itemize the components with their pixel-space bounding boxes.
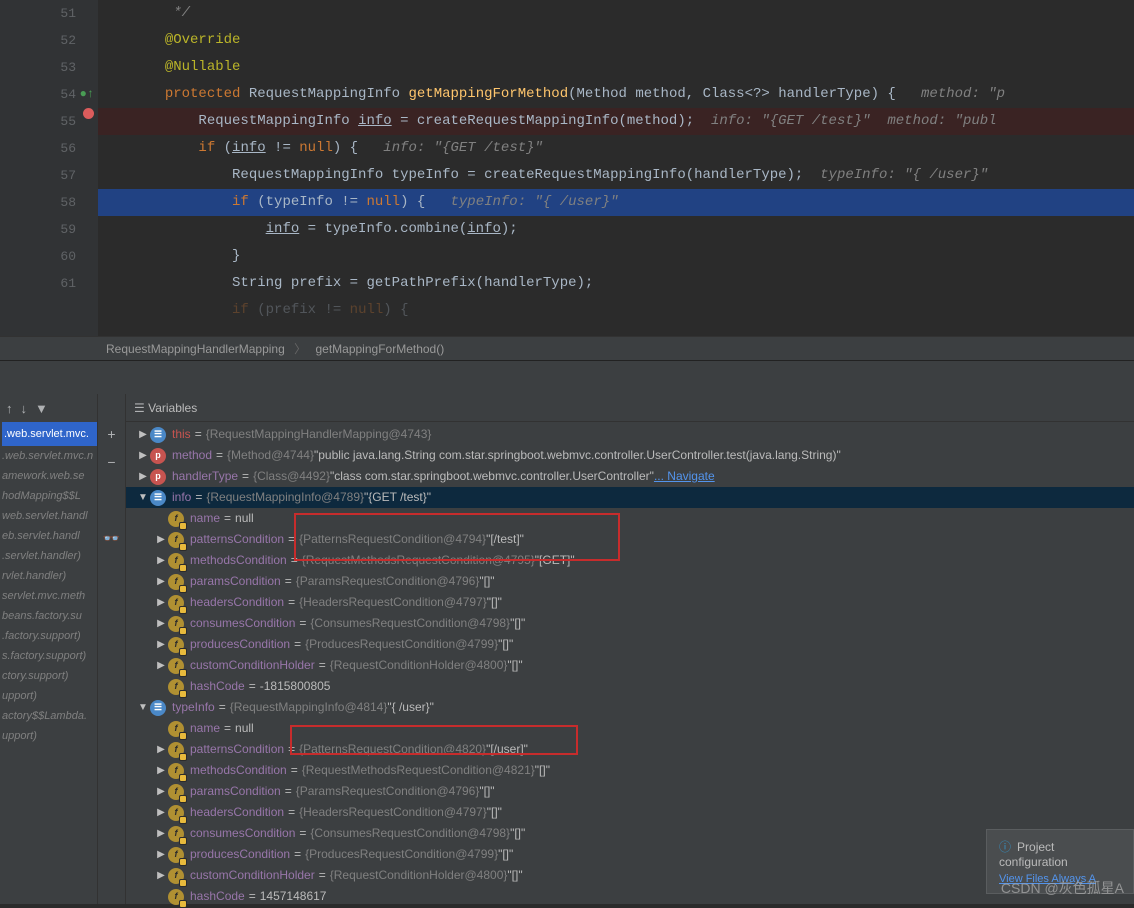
var-row[interactable]: paramsCondition = {ParamsRequestConditio… bbox=[126, 571, 1134, 592]
arrow-down-icon[interactable]: ↓ bbox=[21, 401, 28, 416]
plus-icon[interactable]: + bbox=[98, 426, 125, 442]
variables-column: + − 👓 Variables ☰this = {RequestMappingH… bbox=[98, 394, 1134, 904]
breadcrumb[interactable]: RequestMappingHandlerMapping 〉 getMappin… bbox=[0, 336, 1134, 360]
var-row[interactable]: producesCondition = {ProducesRequestCond… bbox=[126, 634, 1134, 655]
var-row[interactable]: hashCode = -1815800805 bbox=[126, 676, 1134, 697]
var-row[interactable]: methodsCondition = {RequestMethodsReques… bbox=[126, 760, 1134, 781]
minus-icon[interactable]: − bbox=[98, 454, 125, 470]
info-icon: ⓘ bbox=[999, 840, 1011, 854]
variables-header: Variables bbox=[126, 394, 1134, 422]
filter-icon[interactable]: ▼ bbox=[35, 401, 48, 416]
var-row[interactable]: ☰this = {RequestMappingHandlerMapping@47… bbox=[126, 424, 1134, 445]
chevron-right-icon: 〉 bbox=[294, 342, 306, 356]
var-row[interactable]: phandlerType = {Class@4492} "class com.s… bbox=[126, 466, 1134, 487]
var-row[interactable]: customConditionHolder = {RequestConditio… bbox=[126, 865, 1134, 886]
debug-panel: ↑ ↓ ▼ .web.servlet.mvc..web.servlet.mvc.… bbox=[0, 394, 1134, 904]
variables-tree[interactable]: ☰this = {RequestMappingHandlerMapping@47… bbox=[126, 422, 1134, 907]
frames-list[interactable]: .web.servlet.mvc..web.servlet.mvc.namewo… bbox=[0, 422, 97, 746]
var-row[interactable]: name = null bbox=[126, 718, 1134, 739]
var-row[interactable]: headersCondition = {HeadersRequestCondit… bbox=[126, 802, 1134, 823]
var-row[interactable]: patternsCondition = {PatternsRequestCond… bbox=[126, 529, 1134, 550]
code-content[interactable]: */ @Override @Nullable protected Request… bbox=[98, 0, 1134, 336]
breadcrumb-class[interactable]: RequestMappingHandlerMapping bbox=[106, 342, 285, 356]
arrow-up-icon[interactable]: ↑ bbox=[6, 401, 13, 416]
line-gutter: 51525354 ●↑55 565758596061 bbox=[0, 0, 98, 336]
var-row[interactable]: pmethod = {Method@4744} "public java.lan… bbox=[126, 445, 1134, 466]
var-row[interactable]: customConditionHolder = {RequestConditio… bbox=[126, 655, 1134, 676]
watermark: CSDN @灰色孤星A bbox=[1001, 878, 1124, 898]
var-row[interactable]: headersCondition = {HeadersRequestCondit… bbox=[126, 592, 1134, 613]
var-row[interactable]: patternsCondition = {PatternsRequestCond… bbox=[126, 739, 1134, 760]
breadcrumb-method[interactable]: getMappingForMethod() bbox=[315, 342, 444, 356]
glasses-icon[interactable]: 👓 bbox=[98, 530, 125, 547]
frames-column: ↑ ↓ ▼ .web.servlet.mvc..web.servlet.mvc.… bbox=[0, 394, 98, 904]
var-row[interactable]: consumesCondition = {ConsumesRequestCond… bbox=[126, 613, 1134, 634]
var-row[interactable]: ☰typeInfo = {RequestMappingInfo@4814} "{… bbox=[126, 697, 1134, 718]
var-row[interactable]: methodsCondition = {RequestMethodsReques… bbox=[126, 550, 1134, 571]
panel-gap bbox=[0, 360, 1134, 394]
var-row[interactable]: name = null bbox=[126, 508, 1134, 529]
code-editor[interactable]: 51525354 ●↑55 565758596061 */ @Override … bbox=[0, 0, 1134, 336]
var-row[interactable]: ☰info = {RequestMappingInfo@4789} "{GET … bbox=[126, 487, 1134, 508]
var-row[interactable]: producesCondition = {ProducesRequestCond… bbox=[126, 844, 1134, 865]
var-row[interactable]: consumesCondition = {ConsumesRequestCond… bbox=[126, 823, 1134, 844]
frames-toolbar: ↑ ↓ ▼ bbox=[0, 394, 97, 422]
var-row[interactable]: paramsCondition = {ParamsRequestConditio… bbox=[126, 781, 1134, 802]
vars-toolbar: + − 👓 bbox=[98, 394, 126, 904]
